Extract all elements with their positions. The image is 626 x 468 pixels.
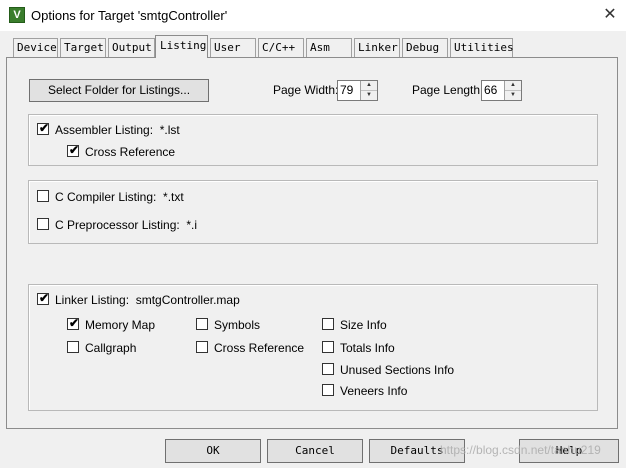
callgraph-checkbox[interactable] [67,341,79,353]
asm-cross-reference-label: Cross Reference [85,145,176,159]
tab-linker[interactable]: Linker [354,38,400,57]
callgraph-label: Callgraph [85,341,137,355]
tab-c-cpp[interactable]: C/C++ [258,38,304,57]
linker-cross-reference-checkbox[interactable] [196,341,208,353]
unused-sections-info-checkbox[interactable] [322,363,334,375]
totals-info-checkbox[interactable] [322,341,334,353]
close-button[interactable]: ✕ [598,4,622,26]
checkmark-icon: ✔ [38,291,50,305]
spin-down-icon[interactable]: ▼ [361,91,377,100]
checkmark-icon: ✔ [38,121,50,135]
app-icon: V [9,7,25,23]
window-title: Options for Target 'smtgController' [31,8,228,23]
page-length-value[interactable]: 66 [484,83,497,97]
watermark: https://blog.csdn.net/tanhu219 [440,443,601,457]
memory-map-checkbox[interactable]: ✔ [67,316,80,330]
linker-listing-file: smtgController.map [135,293,240,307]
unused-sections-info-label: Unused Sections Info [340,363,455,377]
c-preprocessor-listing-file: *.i [186,218,198,232]
assembler-listing-checkbox[interactable]: ✔ [37,121,50,135]
linker-listing-checkbox[interactable]: ✔ [37,291,50,305]
memory-map-label: Memory Map [85,318,156,332]
tab-asm[interactable]: Asm [306,38,352,57]
size-info-checkbox[interactable] [322,318,334,330]
tab-user[interactable]: User [210,38,256,57]
tab-output[interactable]: Output [108,38,155,57]
tab-debug[interactable]: Debug [402,38,448,57]
size-info-label: Size Info [340,318,387,332]
linker-cross-reference-label: Cross Reference [214,341,305,355]
assembler-listing-label: Assembler Listing: *.lst [55,123,180,137]
checkmark-icon: ✔ [68,316,80,330]
totals-info-label: Totals Info [340,341,395,355]
c-compiler-listing-checkbox[interactable] [37,190,49,202]
c-preprocessor-listing-label: C Preprocessor Listing: *.i [55,218,198,232]
spin-down-icon[interactable]: ▼ [505,91,521,100]
symbols-checkbox[interactable] [196,318,208,330]
page-length-arrows: ▲ ▼ [504,81,521,100]
page-length-spinner[interactable]: 66 ▲ ▼ [481,80,522,101]
c-preprocessor-listing-checkbox[interactable] [37,218,49,230]
cancel-button[interactable]: Cancel [267,439,363,463]
ok-button[interactable]: OK [165,439,261,463]
linker-listing-label: Linker Listing: smtgController.map [55,293,240,307]
page-width-label: Page Width: [273,83,339,97]
select-folder-button[interactable]: Select Folder for Listings... [29,79,209,102]
spin-up-icon[interactable]: ▲ [505,81,521,91]
spin-up-icon[interactable]: ▲ [361,81,377,91]
tab-target[interactable]: Target [60,38,106,57]
tab-utilities[interactable]: Utilities [450,38,514,57]
symbols-label: Symbols [214,318,261,332]
tab-device[interactable]: Device [13,38,58,57]
page-width-arrows: ▲ ▼ [360,81,377,100]
c-compiler-listing-label: C Compiler Listing: *.txt [55,190,184,204]
page-width-value[interactable]: 79 [340,83,353,97]
veneers-info-checkbox[interactable] [322,384,334,396]
checkmark-icon: ✔ [68,143,80,157]
veneers-info-label: Veneers Info [340,384,408,398]
tab-listing[interactable]: Listing [155,35,208,58]
assembler-listing-file: *.lst [159,123,180,137]
page-width-spinner[interactable]: 79 ▲ ▼ [337,80,378,101]
page-length-label: Page Length: [412,83,484,97]
asm-cross-reference-checkbox[interactable]: ✔ [67,143,80,157]
c-compiler-listing-file: *.txt [163,190,184,204]
